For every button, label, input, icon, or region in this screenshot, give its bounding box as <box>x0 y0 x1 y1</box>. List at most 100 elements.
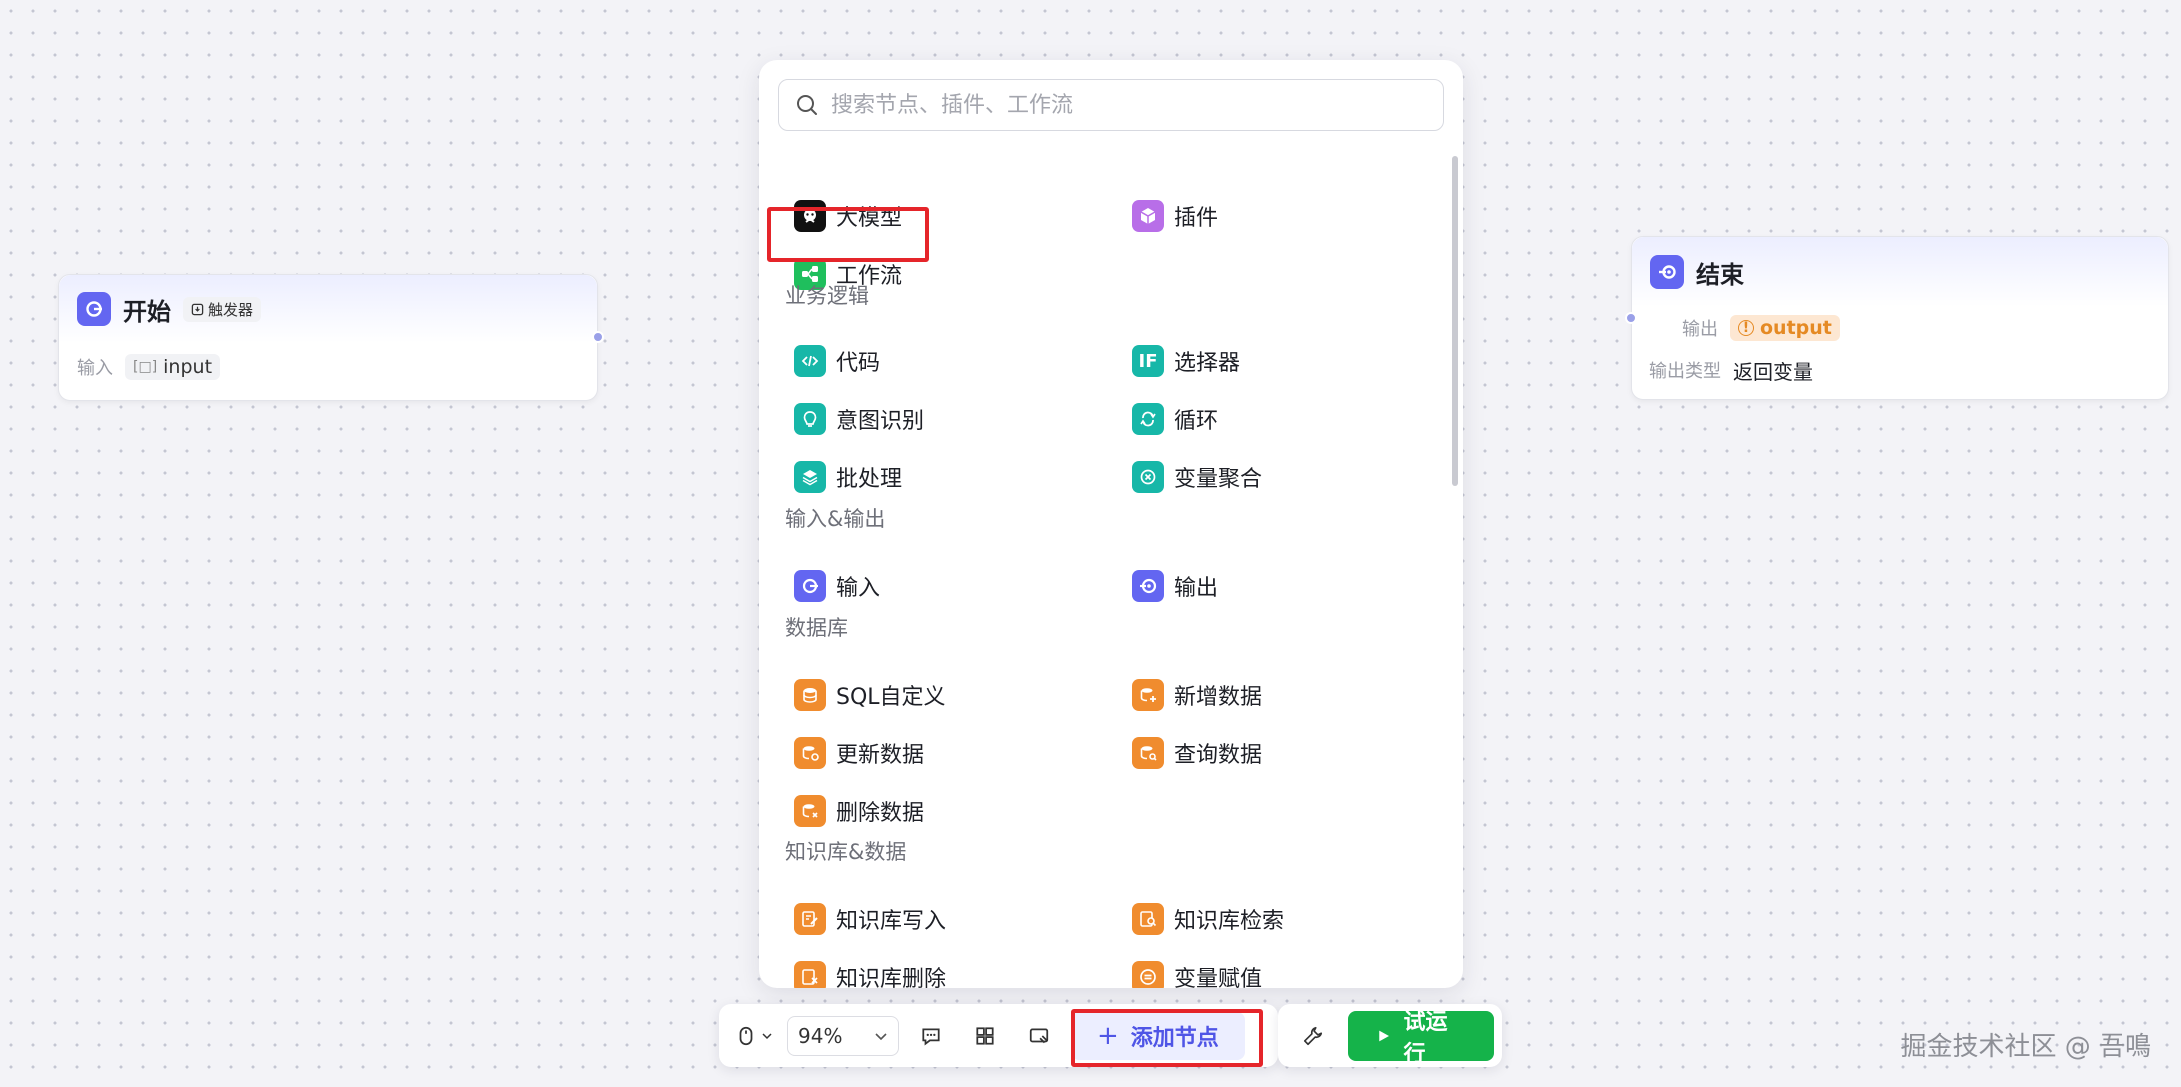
test-run-button[interactable]: 试运行 <box>1348 1010 1494 1067</box>
warning-icon: ! <box>1738 320 1754 336</box>
workflow-highlight-box <box>767 207 929 262</box>
node-item-db-add[interactable]: 新增数据 <box>1124 675 1270 715</box>
database-add-icon <box>1132 679 1164 711</box>
node-item-label: 变量聚合 <box>1174 467 1263 492</box>
node-item-label: 知识库写入 <box>836 909 947 934</box>
intent-icon <box>794 403 826 435</box>
node-item-kb-write[interactable]: 知识库写入 <box>786 899 954 939</box>
end-node-title: 结束 <box>1696 260 1744 289</box>
string-type-icon: [□] <box>133 359 158 375</box>
start-input-var-name: input <box>163 356 213 378</box>
chevron-down-icon <box>762 1032 772 1039</box>
node-item-kb-search[interactable]: 知识库检索 <box>1124 899 1292 939</box>
output-icon <box>1132 570 1164 602</box>
node-item-kb-delete[interactable]: 知识库删除 <box>786 957 954 988</box>
interaction-mode-button[interactable] <box>731 1016 777 1056</box>
run-toolbar: 试运行 <box>1278 1004 1502 1067</box>
variable-assign-icon <box>1132 961 1164 988</box>
node-item-label: 查询数据 <box>1174 743 1263 768</box>
panel-scrollbar[interactable] <box>1452 156 1458 486</box>
trigger-badge[interactable]: 触发器 <box>183 296 262 322</box>
end-output-type-value: 返回变量 <box>1733 359 1813 384</box>
node-item-label: 选择器 <box>1174 351 1241 376</box>
start-output-port[interactable] <box>592 331 604 343</box>
node-search-box[interactable] <box>778 79 1444 131</box>
trigger-badge-label: 触发器 <box>208 300 254 319</box>
node-item-plugin[interactable]: 插件 <box>1124 196 1226 236</box>
node-item-batch[interactable]: 批处理 <box>786 457 910 497</box>
end-input-port[interactable] <box>1625 312 1637 324</box>
loop-icon <box>1132 403 1164 435</box>
search-icon <box>797 95 817 115</box>
node-item-loop[interactable]: 循环 <box>1124 399 1226 439</box>
code-icon <box>794 345 826 377</box>
add-node-highlight-box <box>1071 1009 1263 1067</box>
node-item-label: 意图识别 <box>836 409 925 434</box>
node-item-variable-merge[interactable]: 变量聚合 <box>1124 457 1270 497</box>
database-delete-icon <box>794 795 826 827</box>
node-item-db-update[interactable]: 更新数据 <box>786 733 932 773</box>
node-item-sql[interactable]: SQL自定义 <box>786 675 954 715</box>
section-title-database: 数据库 <box>785 616 848 640</box>
database-query-icon <box>1132 737 1164 769</box>
node-item-intent[interactable]: 意图识别 <box>786 399 932 439</box>
minimap-icon <box>1029 1028 1049 1043</box>
node-search-input[interactable] <box>831 92 1411 118</box>
start-icon <box>77 292 111 326</box>
start-input-label: 输入 <box>77 358 113 379</box>
node-item-db-delete[interactable]: 删除数据 <box>786 791 932 831</box>
debug-settings-button[interactable] <box>1296 1016 1330 1056</box>
section-title-io: 输入&输出 <box>785 507 886 531</box>
node-item-label: 知识库删除 <box>836 967 947 988</box>
minimap-button[interactable] <box>1017 1016 1061 1056</box>
end-output-type-label: 输出类型 <box>1649 361 1721 382</box>
database-icon <box>794 679 826 711</box>
start-node[interactable]: 开始 触发器 输入 [□] input <box>58 274 604 401</box>
node-item-label: 删除数据 <box>836 801 925 826</box>
node-item-code[interactable]: 代码 <box>786 341 888 381</box>
wrench-icon <box>1304 1026 1323 1045</box>
node-item-label: 知识库检索 <box>1174 909 1285 934</box>
layout-grid-icon <box>976 1026 994 1045</box>
comment-button[interactable] <box>909 1016 953 1056</box>
node-item-label: 插件 <box>1174 206 1219 231</box>
node-item-label: 变量赋值 <box>1174 967 1263 988</box>
node-item-variable-assign[interactable]: 变量赋值 <box>1124 957 1270 988</box>
start-node-title: 开始 <box>123 297 171 326</box>
node-item-input[interactable]: 输入 <box>786 566 888 606</box>
end-output-var[interactable]: ! output <box>1730 315 1840 341</box>
end-node[interactable]: 结束 输出 ! output 输出类型 返回变量 <box>1625 236 2169 400</box>
kb-search-icon <box>1132 903 1164 935</box>
if-selector-icon: IF <box>1132 345 1164 377</box>
database-update-icon <box>794 737 826 769</box>
batch-icon <box>794 461 826 493</box>
end-output-row: 输出 ! output <box>1632 307 2168 349</box>
node-item-db-query[interactable]: 查询数据 <box>1124 733 1270 773</box>
comment-icon <box>922 1028 940 1045</box>
trigger-icon <box>191 303 204 315</box>
variable-merge-icon <box>1132 461 1164 493</box>
zoom-select[interactable]: 94% <box>787 1015 899 1056</box>
node-item-label: 循环 <box>1174 409 1219 434</box>
end-node-header: 结束 <box>1632 237 2168 307</box>
section-title-logic: 业务逻辑 <box>785 284 869 308</box>
kb-write-icon <box>794 903 826 935</box>
chevron-down-icon <box>875 1032 887 1040</box>
kb-delete-icon <box>794 961 826 988</box>
play-icon <box>1379 1030 1390 1041</box>
node-item-label: 新增数据 <box>1174 685 1263 710</box>
end-output-label: 输出 <box>1682 319 1718 340</box>
layout-button[interactable] <box>963 1016 1007 1056</box>
node-item-output[interactable]: 输出 <box>1124 566 1226 606</box>
node-item-label: 输入 <box>836 576 881 601</box>
node-item-selector[interactable]: IF 选择器 <box>1124 341 1248 381</box>
end-icon <box>1650 255 1684 289</box>
add-node-panel: 大模型 插件 工作流 业务逻辑 代码 IF 选择器 意图识别 循环 批处理 变量… <box>759 60 1463 988</box>
test-run-label: 试运行 <box>1403 1009 1448 1067</box>
start-input-var[interactable]: [□] input <box>125 354 221 380</box>
input-icon <box>794 570 826 602</box>
mouse-icon <box>739 1026 753 1045</box>
section-title-knowledge: 知识库&数据 <box>785 840 907 864</box>
end-output-type-row: 输出类型 返回变量 <box>1632 349 2168 391</box>
node-item-label: SQL自定义 <box>836 685 946 710</box>
